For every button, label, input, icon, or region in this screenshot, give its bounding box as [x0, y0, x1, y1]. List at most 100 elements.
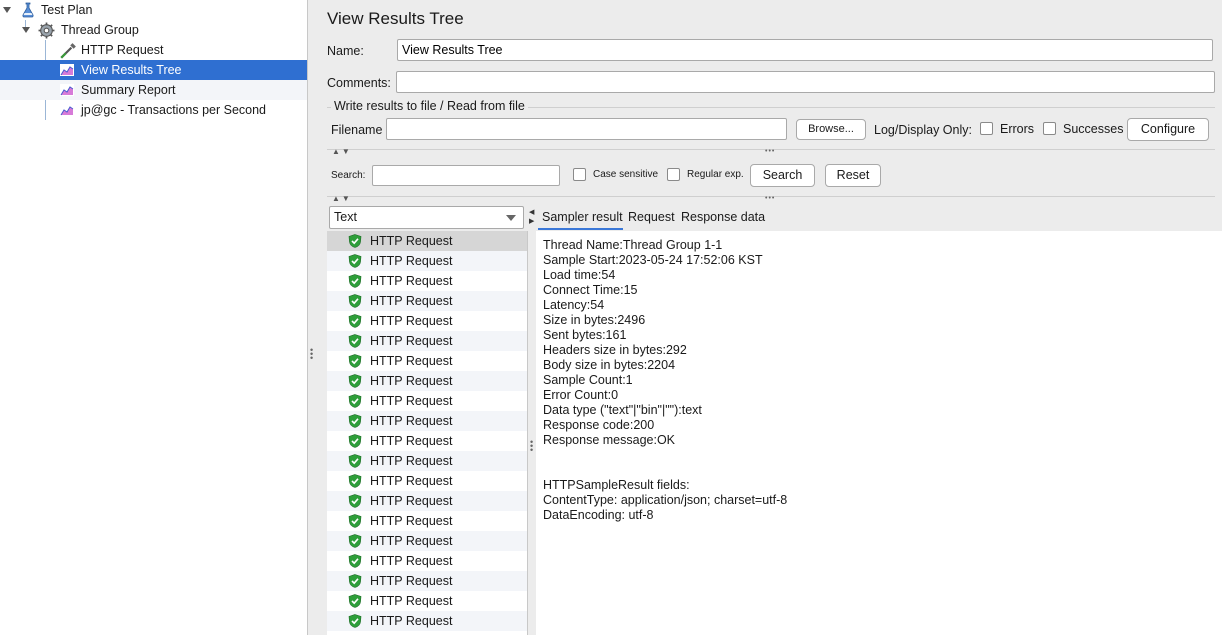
- tree-item-thread-group[interactable]: Thread Group: [0, 20, 307, 40]
- browse-button[interactable]: Browse...: [796, 119, 866, 140]
- result-detail-line: Headers size in bytes:292: [543, 343, 687, 357]
- tree-item-test-plan[interactable]: Test Plan: [0, 0, 307, 20]
- result-detail-line: Response message:OK: [543, 433, 676, 447]
- result-detail-line: Sent bytes:161: [543, 328, 627, 342]
- result-row[interactable]: HTTP Request: [327, 451, 527, 471]
- case-sensitive-checkbox[interactable]: [573, 168, 586, 181]
- search-button[interactable]: Search: [750, 164, 815, 187]
- page-title: View Results Tree: [327, 9, 464, 28]
- tree-item-http-request[interactable]: HTTP Request: [0, 40, 307, 60]
- result-row[interactable]: HTTP Request: [327, 511, 527, 531]
- name-input[interactable]: [397, 39, 1213, 61]
- drag-handle-icon[interactable]: •••: [765, 148, 775, 155]
- configure-button[interactable]: Configure: [1127, 118, 1209, 141]
- result-row[interactable]: HTTP Request: [327, 491, 527, 511]
- result-row-label: HTTP Request: [370, 374, 453, 388]
- test-plan-tree[interactable]: Test Plan Thread Group HTTP Request View…: [0, 0, 308, 635]
- collapse-arrows-icon[interactable]: ▲▼: [332, 147, 352, 156]
- result-row[interactable]: HTTP Request: [327, 431, 527, 451]
- result-detail-line: Latency:54: [543, 298, 605, 312]
- result-detail-line: Connect Time:15: [543, 283, 638, 297]
- result-detail-line: Sample Start:2023-05-24 17:52:06 KST: [543, 253, 763, 267]
- filename-input[interactable]: [386, 118, 787, 140]
- result-row[interactable]: HTTP Request: [327, 571, 527, 591]
- result-row-label: HTTP Request: [370, 394, 453, 408]
- result-row[interactable]: HTTP Request: [327, 551, 527, 571]
- chevron-down-icon: [506, 215, 516, 221]
- comments-input[interactable]: [396, 71, 1215, 93]
- result-row[interactable]: HTTP Request: [327, 371, 527, 391]
- expand-triangle-icon[interactable]: [22, 27, 30, 33]
- case-sensitive-label: Case sensitive: [593, 169, 659, 180]
- result-row[interactable]: HTTP Request: [327, 311, 527, 331]
- expand-triangle-icon[interactable]: [3, 7, 11, 13]
- panel-splitter[interactable]: • • •: [308, 0, 316, 635]
- collapse-arrows-icon[interactable]: ▲▼: [332, 194, 352, 203]
- reset-button[interactable]: Reset: [825, 164, 881, 187]
- comments-label: Comments:: [327, 76, 391, 90]
- result-row-label: HTTP Request: [370, 594, 453, 608]
- result-row-label: HTTP Request: [370, 454, 453, 468]
- regular-exp-checkbox[interactable]: [667, 168, 680, 181]
- tree-item-label: View Results Tree: [81, 63, 182, 77]
- drag-handle-icon[interactable]: •••: [530, 438, 533, 455]
- success-shield-icon: [348, 494, 362, 508]
- tree-item-label: jp@gc - Transactions per Second: [81, 103, 267, 117]
- result-detail-line: HTTPSampleResult fields:: [543, 478, 690, 492]
- tree-item-label: Thread Group: [61, 23, 139, 37]
- successes-checkbox[interactable]: [1043, 122, 1056, 135]
- result-row-label: HTTP Request: [370, 334, 453, 348]
- success-shield-icon: [348, 394, 362, 408]
- result-row[interactable]: HTTP Request: [327, 291, 527, 311]
- regular-exp-label: Regular exp.: [687, 169, 744, 180]
- result-detail-line: Sample Count:1: [543, 373, 633, 387]
- success-shield-icon: [348, 434, 362, 448]
- drag-handle-icon[interactable]: •••: [765, 195, 775, 202]
- result-row[interactable]: HTTP Request: [327, 611, 527, 631]
- result-row[interactable]: HTTP Request: [327, 471, 527, 491]
- errors-label: Errors: [1000, 122, 1035, 136]
- tab-response-data[interactable]: Response data: [681, 210, 765, 224]
- success-shield-icon: [348, 574, 362, 588]
- result-row[interactable]: HTTP Request: [327, 591, 527, 611]
- success-shield-icon: [348, 454, 362, 468]
- results-list[interactable]: HTTP Request HTTP Request HTTP Request HTTP…: [327, 231, 528, 635]
- result-row-label: HTTP Request: [370, 514, 453, 528]
- tree-item-summary-report[interactable]: Summary Report: [0, 80, 307, 100]
- result-row-label: HTTP Request: [370, 434, 453, 448]
- tab-sampler-result[interactable]: Sampler result: [542, 210, 623, 224]
- success-shield-icon: [348, 554, 362, 568]
- renderer-select[interactable]: Text: [329, 206, 524, 229]
- errors-checkbox[interactable]: [980, 122, 993, 135]
- result-row[interactable]: HTTP Request: [327, 231, 527, 251]
- split-arrows-icon[interactable]: ◀ ▶: [529, 208, 534, 226]
- test-plan-icon: [20, 2, 36, 18]
- result-row[interactable]: HTTP Request: [327, 531, 527, 551]
- tree-item-view-results-tree[interactable]: View Results Tree: [0, 60, 307, 80]
- success-shield-icon: [348, 374, 362, 388]
- search-label: Search:: [331, 170, 366, 181]
- success-shield-icon: [348, 354, 362, 368]
- result-row[interactable]: HTTP Request: [327, 331, 527, 351]
- renderer-select-value: Text: [334, 210, 357, 224]
- result-row-label: HTTP Request: [370, 494, 453, 508]
- filename-label: Filename: [331, 123, 383, 137]
- success-shield-icon: [348, 254, 362, 268]
- successes-label: Successes: [1063, 122, 1124, 136]
- result-row[interactable]: HTTP Request: [327, 251, 527, 271]
- success-shield-icon: [348, 274, 362, 288]
- result-row[interactable]: HTTP Request: [327, 271, 527, 291]
- tab-request[interactable]: Request: [628, 210, 675, 224]
- result-row[interactable]: HTTP Request: [327, 351, 527, 371]
- active-tab-indicator: [538, 228, 623, 230]
- sampler-result-text[interactable]: Thread Name:Thread Group 1-1 Sample Start…: [536, 231, 1222, 635]
- result-row[interactable]: HTTP Request: [327, 411, 527, 431]
- graph-icon: [59, 82, 75, 98]
- success-shield-icon: [348, 414, 362, 428]
- result-row-label: HTTP Request: [370, 254, 453, 268]
- drag-handle-icon: • • •: [310, 345, 314, 363]
- tree-item-transactions-per-second[interactable]: jp@gc - Transactions per Second: [0, 100, 307, 120]
- result-row[interactable]: HTTP Request: [327, 391, 527, 411]
- search-input[interactable]: [372, 165, 560, 186]
- success-shield-icon: [348, 534, 362, 548]
